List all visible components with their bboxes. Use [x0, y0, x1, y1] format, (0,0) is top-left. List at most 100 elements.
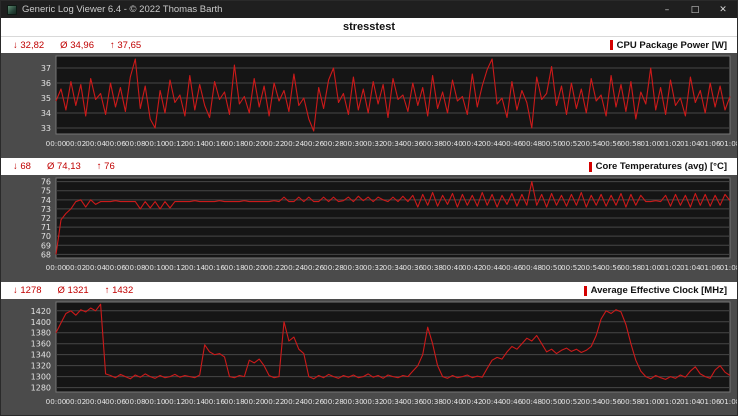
svg-text:01:02: 01:02 [660, 263, 681, 272]
series-color-icon [584, 286, 587, 296]
close-button[interactable]: ✕ [709, 1, 737, 18]
window-title: Generic Log Viewer 6.4 - © 2022 Thomas B… [22, 4, 653, 15]
effective-clock-chart[interactable]: 1420140013801360134013201300128000:0000:… [1, 299, 737, 416]
app-icon [7, 5, 17, 15]
effective-clock-label: Average Effective Clock [MHz] [584, 285, 727, 296]
svg-text:00:46: 00:46 [502, 139, 523, 148]
svg-text:00:50: 00:50 [541, 139, 562, 148]
effective-clock-panel: 1420140013801360134013201300128000:0000:… [1, 299, 737, 416]
svg-text:00:12: 00:12 [165, 397, 186, 406]
svg-text:00:14: 00:14 [184, 263, 205, 272]
stat-min: ↓ 68 [13, 161, 31, 172]
core-temp-stats: ↓ 68 Ø 74,13 ↑ 76 [13, 161, 115, 172]
svg-text:1340: 1340 [31, 351, 51, 360]
svg-text:00:34: 00:34 [383, 397, 404, 406]
svg-text:1420: 1420 [31, 307, 51, 316]
svg-text:00:32: 00:32 [363, 139, 384, 148]
svg-text:00:58: 00:58 [621, 139, 642, 148]
stat-min: ↓ 32,82 [13, 40, 44, 51]
svg-text:00:36: 00:36 [402, 263, 423, 272]
cpu-power-stats: ↓ 32,82 Ø 34,96 ↑ 37,65 [13, 40, 141, 51]
svg-text:00:32: 00:32 [363, 397, 384, 406]
svg-text:01:00: 01:00 [640, 397, 661, 406]
core-temp-panel: 76757473727170696800:0000:0200:0400:0600… [1, 175, 737, 282]
stat-max: ↑ 37,65 [110, 40, 141, 51]
svg-text:00:30: 00:30 [343, 263, 364, 272]
svg-text:00:34: 00:34 [383, 263, 404, 272]
svg-text:00:00: 00:00 [46, 397, 67, 406]
svg-text:01:08: 01:08 [720, 263, 737, 272]
svg-text:00:22: 00:22 [264, 263, 285, 272]
svg-text:00:28: 00:28 [323, 263, 344, 272]
svg-text:00:32: 00:32 [363, 263, 384, 272]
svg-text:76: 76 [41, 178, 51, 187]
svg-text:35: 35 [41, 94, 51, 103]
svg-text:00:10: 00:10 [145, 139, 166, 148]
svg-text:00:20: 00:20 [244, 263, 265, 272]
svg-text:00:24: 00:24 [284, 139, 305, 148]
svg-text:00:08: 00:08 [125, 263, 146, 272]
svg-text:00:52: 00:52 [561, 139, 582, 148]
svg-text:00:02: 00:02 [65, 139, 86, 148]
minimize-button[interactable]: – [653, 1, 681, 18]
svg-text:1300: 1300 [31, 373, 51, 382]
core-temp-label: Core Temperatures (avg) [°C] [589, 161, 727, 172]
svg-text:73: 73 [41, 205, 51, 214]
svg-text:00:50: 00:50 [541, 397, 562, 406]
svg-text:33: 33 [41, 124, 51, 133]
svg-text:00:26: 00:26 [303, 263, 324, 272]
core-temperatures-chart[interactable]: 76757473727170696800:0000:0200:0400:0600… [1, 175, 737, 282]
svg-text:00:02: 00:02 [65, 397, 86, 406]
svg-text:00:08: 00:08 [125, 139, 146, 148]
svg-text:00:04: 00:04 [85, 397, 106, 406]
svg-text:69: 69 [41, 241, 51, 250]
svg-text:00:28: 00:28 [323, 139, 344, 148]
svg-text:00:54: 00:54 [581, 263, 602, 272]
svg-text:00:22: 00:22 [264, 397, 285, 406]
svg-text:00:48: 00:48 [521, 139, 542, 148]
svg-text:00:38: 00:38 [422, 139, 443, 148]
stat-avg: Ø 1321 [58, 285, 89, 296]
svg-text:00:16: 00:16 [204, 397, 225, 406]
svg-text:00:00: 00:00 [46, 139, 67, 148]
effective-clock-strip: ↓ 1278 Ø 1321 ↑ 1432 Average Effective C… [1, 282, 737, 299]
svg-text:00:36: 00:36 [402, 139, 423, 148]
stat-avg: Ø 34,96 [60, 40, 94, 51]
svg-text:00:18: 00:18 [224, 263, 245, 272]
svg-text:01:02: 01:02 [660, 139, 681, 148]
svg-text:01:06: 01:06 [700, 263, 721, 272]
svg-text:00:52: 00:52 [561, 263, 582, 272]
svg-text:1380: 1380 [31, 329, 51, 338]
svg-text:00:56: 00:56 [601, 263, 622, 272]
svg-text:34: 34 [41, 109, 51, 118]
cpu-power-strip: ↓ 32,82 Ø 34,96 ↑ 37,65 CPU Package Powe… [1, 37, 737, 53]
svg-text:00:02: 00:02 [65, 263, 86, 272]
svg-text:00:54: 00:54 [581, 397, 602, 406]
svg-text:00:42: 00:42 [462, 263, 483, 272]
svg-text:00:24: 00:24 [284, 397, 305, 406]
svg-text:00:06: 00:06 [105, 139, 126, 148]
title-bar: Generic Log Viewer 6.4 - © 2022 Thomas B… [1, 1, 737, 18]
svg-text:00:44: 00:44 [482, 397, 503, 406]
svg-text:00:14: 00:14 [184, 397, 205, 406]
svg-text:00:56: 00:56 [601, 139, 622, 148]
svg-text:01:00: 01:00 [640, 263, 661, 272]
maximize-button[interactable]: □ [681, 1, 709, 18]
svg-text:00:40: 00:40 [442, 397, 463, 406]
svg-text:00:12: 00:12 [165, 139, 186, 148]
stat-min: ↓ 1278 [13, 285, 42, 296]
series-color-icon [610, 40, 613, 50]
svg-text:00:38: 00:38 [422, 263, 443, 272]
svg-text:01:02: 01:02 [660, 397, 681, 406]
svg-text:01:08: 01:08 [720, 139, 737, 148]
svg-text:01:04: 01:04 [680, 397, 701, 406]
svg-text:00:04: 00:04 [85, 263, 106, 272]
svg-text:00:04: 00:04 [85, 139, 106, 148]
svg-text:00:38: 00:38 [422, 397, 443, 406]
svg-text:68: 68 [41, 250, 51, 259]
cpu-package-power-chart[interactable]: 373635343300:0000:0200:0400:0600:0800:10… [1, 53, 737, 158]
svg-text:01:04: 01:04 [680, 139, 701, 148]
svg-text:01:06: 01:06 [700, 139, 721, 148]
svg-text:00:20: 00:20 [244, 139, 265, 148]
svg-text:00:58: 00:58 [621, 263, 642, 272]
